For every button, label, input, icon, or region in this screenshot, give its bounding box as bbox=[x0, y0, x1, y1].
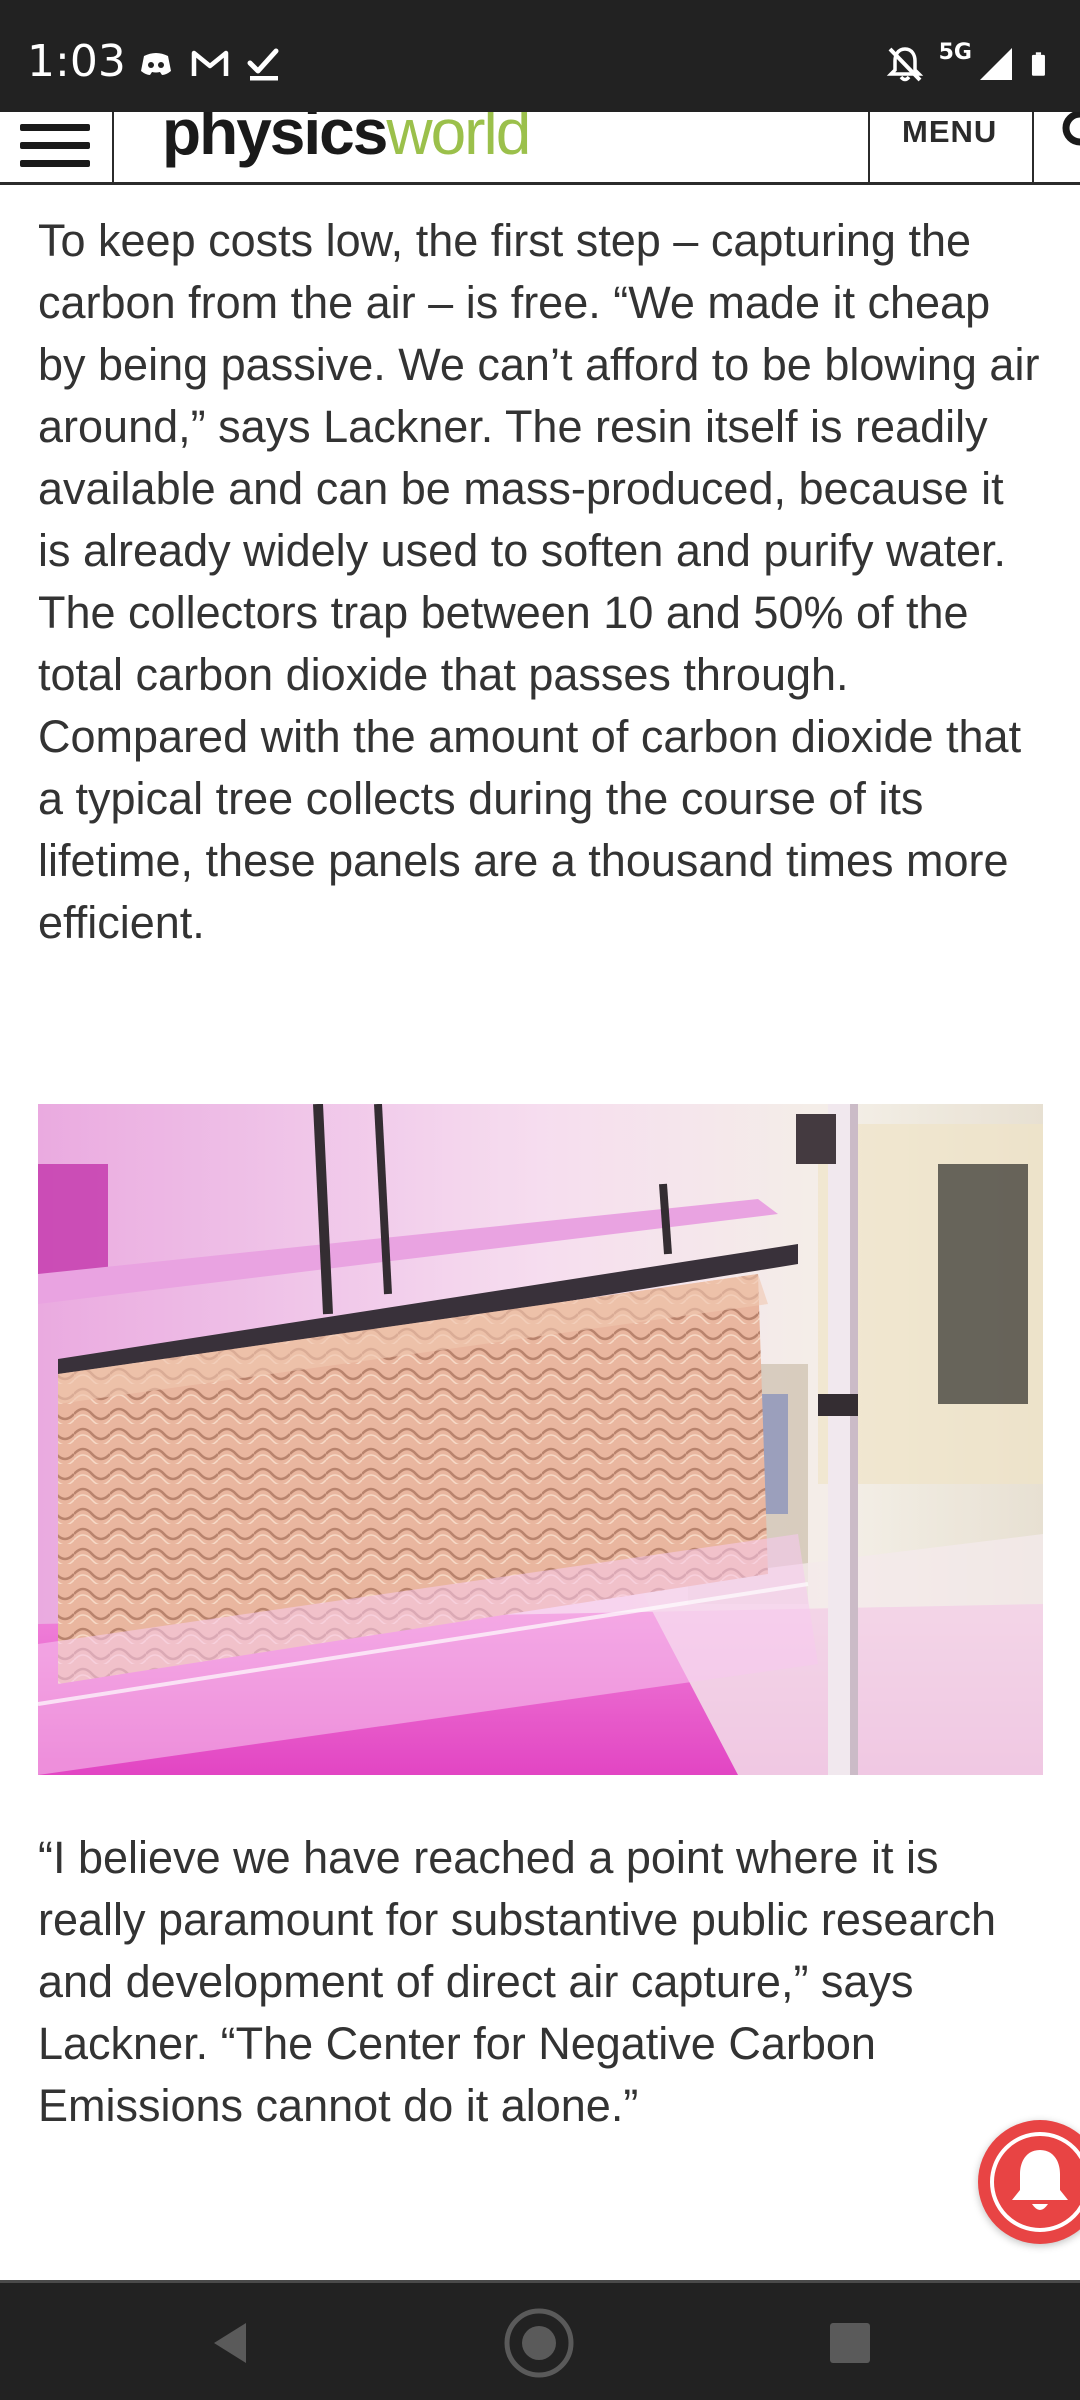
gmail-icon bbox=[191, 50, 229, 76]
notifications-off-icon bbox=[886, 47, 923, 82]
search-button[interactable] bbox=[1036, 112, 1080, 182]
menu-button[interactable]: MENU bbox=[870, 112, 1034, 182]
navigation-bar bbox=[0, 2280, 1080, 2400]
status-time: 1:03 bbox=[27, 36, 126, 87]
screen: 1:03 5G physicsworld MENU To keep costs … bbox=[0, 0, 1080, 2400]
header-divider bbox=[112, 112, 114, 182]
status-right-icons: 5G bbox=[885, 40, 1056, 88]
notification-bell-button[interactable] bbox=[978, 2120, 1080, 2244]
site-logo[interactable]: physicsworld bbox=[162, 112, 531, 172]
article-paragraph: To keep costs low, the first step – capt… bbox=[38, 215, 1040, 948]
signal-icon bbox=[980, 48, 1012, 80]
logo-world: world bbox=[386, 112, 531, 168]
bell-icon bbox=[1012, 2150, 1068, 2210]
carbon-capture-panels-photo bbox=[38, 1104, 1043, 1775]
network-type: 5G bbox=[938, 40, 972, 65]
article-image[interactable] bbox=[38, 1104, 1043, 1775]
logo-physics: physics bbox=[162, 112, 388, 168]
back-icon[interactable] bbox=[190, 2305, 270, 2381]
menu-label: MENU bbox=[902, 114, 998, 149]
check-icon bbox=[247, 48, 279, 81]
recents-icon[interactable] bbox=[810, 2305, 890, 2381]
site-header: physicsworld MENU bbox=[0, 112, 1080, 185]
hamburger-menu-icon[interactable] bbox=[16, 120, 94, 170]
header-divider bbox=[1032, 112, 1034, 182]
search-icon bbox=[1062, 112, 1080, 146]
status-bar: 1:03 5G bbox=[0, 0, 1080, 112]
discord-icon bbox=[141, 53, 171, 75]
home-icon[interactable] bbox=[499, 2305, 579, 2381]
article-paragraph: “I believe we have reached a point where… bbox=[38, 1832, 996, 2131]
status-left-icons bbox=[136, 44, 284, 84]
battery-icon bbox=[1031, 52, 1045, 76]
